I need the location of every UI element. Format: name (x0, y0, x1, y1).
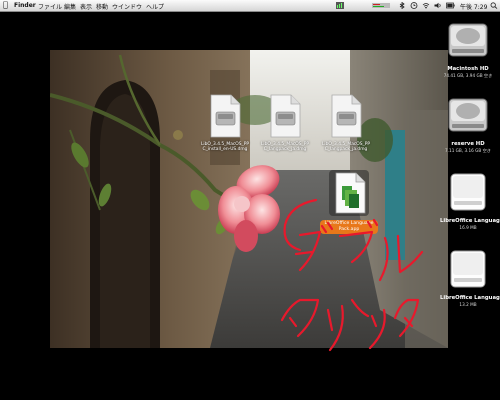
menu-go[interactable]: 移動 (96, 2, 108, 11)
menu-help[interactable]: ヘルプ (146, 2, 164, 11)
dmg-file-icon (270, 94, 301, 138)
drive-info: 16.9 MB (459, 225, 477, 230)
selected-label-line: Pack.app (338, 227, 360, 232)
file-label: C_install_en-US.dmg (202, 147, 248, 152)
finder-window[interactable]: LibO_3.4.5_MacOS_PP C_install_en-US.dmg … (50, 50, 448, 348)
file-item[interactable]: LibO_3.4.5_MacOS_PP C_install_en-US.dmg (197, 94, 253, 152)
wifi-icon[interactable] (422, 2, 430, 9)
hard-drive-icon (448, 98, 488, 132)
drive-libreoffice-pack-1[interactable]: LibreOffice Language Pack 16.9 MB (440, 170, 500, 230)
libreoffice-app-icon (335, 172, 366, 214)
network-meter-icon[interactable] (372, 2, 390, 9)
battery-icon[interactable] (446, 2, 455, 9)
apple-menu-icon[interactable]:  (3, 1, 8, 9)
drive-name: LibreOffice Language Pack (440, 218, 500, 224)
drive-name: Macintosh HD (447, 66, 489, 72)
disk-image-volume-icon (450, 250, 486, 288)
volume-icon[interactable] (434, 2, 442, 9)
menu-bar:  Finder ファイル 編集 表示 移動 ウインドウ ヘルプ 午後 7:29 (0, 0, 500, 12)
menu-view[interactable]: 表示 (80, 2, 92, 11)
dmg-file-icon (210, 94, 241, 138)
hard-drive-icon (448, 23, 488, 57)
spotlight-icon[interactable] (490, 2, 498, 9)
activity-icon[interactable] (336, 2, 344, 9)
file-label: C_langpack_ja.dmg (263, 147, 307, 152)
drive-info: 7.11 GB, 3.16 GB 空き (445, 148, 491, 153)
drive-macintosh-hd[interactable]: Macintosh HD 74.41 GB, 3.94 GB 空き (440, 18, 496, 78)
drive-info: 74.41 GB, 3.94 GB 空き (443, 73, 493, 78)
file-label: C_langpack_ja.dmg (324, 147, 368, 152)
drive-name: reserve HD (451, 141, 485, 147)
disk-image-volume-icon (450, 173, 486, 211)
drive-info: 13.2 MB (459, 302, 477, 307)
drive-name: LibreOffice Language Pack (440, 295, 500, 301)
menu-window[interactable]: ウインドウ (112, 2, 142, 11)
menu-finder[interactable]: Finder (14, 2, 36, 9)
file-item[interactable]: LibO_3.4.5_MacOS_PP C_langpack_ja.dmg (318, 94, 374, 152)
drive-libreoffice-pack-2[interactable]: LibreOffice Language Pack 13.2 MB (440, 247, 500, 307)
selected-app-label: LibreOffice Language Pack.app (320, 220, 378, 234)
bluetooth-icon[interactable] (398, 2, 406, 9)
selected-app-item[interactable] (320, 170, 378, 220)
drive-reserve-hd[interactable]: reserve HD 7.11 GB, 3.16 GB 空き (440, 93, 496, 153)
dmg-file-icon (331, 94, 362, 138)
menubar-clock[interactable]: 午後 7:29 (460, 2, 487, 11)
menu-edit[interactable]: 編集 (64, 2, 76, 11)
file-item[interactable]: LibO_3.4.5_MacOS_PP C_langpack_ja.dmg (257, 94, 313, 152)
time-machine-icon[interactable] (410, 2, 418, 9)
menu-file[interactable]: ファイル (38, 2, 62, 11)
